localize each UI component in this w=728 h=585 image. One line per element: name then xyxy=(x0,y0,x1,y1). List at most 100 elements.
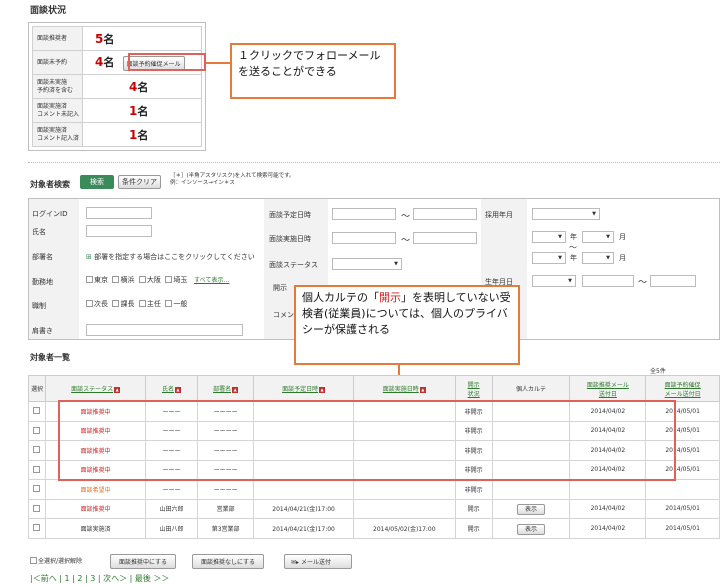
planned-date-from[interactable] xyxy=(332,208,396,220)
login-id-input[interactable] xyxy=(86,207,152,219)
checkbox[interactable] xyxy=(86,276,93,283)
cell-dept: 営業部 xyxy=(196,498,255,519)
position-label: 職制 xyxy=(32,302,46,310)
range-tilde: 〜 xyxy=(638,278,648,288)
stats-label: 面談実施済 コメント記入済 xyxy=(32,122,83,147)
result-count: 全5件 xyxy=(650,368,666,375)
year-label: 年 xyxy=(570,254,577,262)
row-checkbox[interactable] xyxy=(33,524,41,532)
hire-year-to[interactable] xyxy=(532,252,566,264)
col-status[interactable]: 面談ステータス ▲ xyxy=(45,375,146,402)
workplace-osaka: 大阪 xyxy=(146,276,161,284)
table-row: 面談推奨中 山田六郎 営業部 2014/04/21(金)17:00 開示 表示 2014/0… xyxy=(27,498,720,519)
stats-unit: 名 xyxy=(103,32,115,46)
checkbox[interactable] xyxy=(165,276,173,283)
cell-select xyxy=(27,440,47,461)
sort-icon: ▲ xyxy=(419,387,426,393)
checkbox[interactable] xyxy=(112,276,120,283)
checkbox[interactable] xyxy=(30,557,37,564)
col-done[interactable]: 面談実施日時 ▲ xyxy=(352,375,456,402)
col-reminder-mail[interactable]: 面談予約催促 メール送付日 xyxy=(645,375,720,402)
cell-recommend-mail: 2014/04/02 xyxy=(569,518,647,539)
range-tilde: 〜 xyxy=(401,212,411,222)
search-hint: ［＊］(半角アスタリスク)を入れて検索可能です。 例：インソース→イン＊ス xyxy=(170,173,295,187)
cell-name: ーーー xyxy=(144,479,198,500)
show-karte-button[interactable]: 表示 xyxy=(516,504,545,516)
col-select: 選択 xyxy=(27,375,47,402)
cell-dept: ーーーー xyxy=(196,479,255,500)
planned-date-to[interactable] xyxy=(413,208,477,220)
send-mail-button[interactable]: ✉▸ メール送付 xyxy=(284,554,352,569)
hire-select[interactable] xyxy=(532,208,600,220)
show-all-link[interactable]: すべて表示… xyxy=(194,277,229,284)
checkbox[interactable] xyxy=(138,276,146,283)
job-title-label: 肩書き xyxy=(32,327,53,335)
position-option: 主任 xyxy=(146,300,161,308)
done-date-from[interactable] xyxy=(332,232,396,244)
cell-select xyxy=(27,498,47,519)
done-date-to[interactable] xyxy=(413,232,477,244)
stats-row: 面談推奨者 5名 xyxy=(32,26,202,51)
birth-from-input[interactable] xyxy=(582,275,634,287)
col-name[interactable]: 氏名 ▲ xyxy=(144,375,198,402)
name-input[interactable] xyxy=(86,225,152,237)
set-no-recommend-button[interactable]: 面談推奨なしにする xyxy=(192,554,265,569)
show-karte-button[interactable]: 表示 xyxy=(516,523,545,535)
cell-name: 山田六郎 xyxy=(144,498,198,519)
callout-privacy-text: 個人カルテの「開示」を表明していない受検者(従業員)については、個人のプライバシ… xyxy=(302,291,511,336)
cell-planned: 2014/04/21(金)17:00 xyxy=(253,498,354,519)
birth-select[interactable] xyxy=(532,275,576,287)
callout-privacy: 個人カルテの「開示」を表明していない受検者(従業員)については、個人のプライバシ… xyxy=(294,285,520,365)
callout-connector xyxy=(206,62,230,64)
col-planned[interactable]: 面談予定日時 ▲ xyxy=(253,375,354,402)
workplace-yokohama: 横浜 xyxy=(120,276,135,284)
col-disclose[interactable]: 開示 状況 xyxy=(454,375,493,402)
cell-select xyxy=(27,479,47,500)
callout-followup-mail: １クリックでフォローメールを送ることができる xyxy=(230,43,396,99)
set-recommend-button[interactable]: 面談推奨中にする xyxy=(110,554,177,569)
select-all-toggle[interactable]: 全選択/選択解除 xyxy=(30,556,82,565)
search-button[interactable]: 検索 xyxy=(80,175,114,189)
list-title: 対象者一覧 xyxy=(30,353,70,362)
row-checkbox[interactable] xyxy=(33,446,41,454)
month-label: 月 xyxy=(619,254,626,262)
cell-planned: 2014/04/21(金)17:00 xyxy=(253,518,354,539)
workplace-tokyo: 東京 xyxy=(94,276,108,284)
stats-row: 面談未実施 予約済を含む 4名 xyxy=(32,74,202,99)
stats-label: 面談未予約 xyxy=(32,50,83,75)
cell-reminder-mail: 2014/05/01 xyxy=(645,498,720,519)
cell-select xyxy=(27,420,47,441)
cell-done xyxy=(352,479,456,500)
hire-month-to[interactable] xyxy=(582,252,614,264)
row-checkbox[interactable] xyxy=(33,426,41,434)
row-checkbox[interactable] xyxy=(33,504,41,512)
checkbox[interactable] xyxy=(112,300,120,307)
hire-month-from[interactable] xyxy=(582,231,614,243)
row-checkbox[interactable] xyxy=(33,485,41,493)
checkbox[interactable] xyxy=(165,300,173,307)
month-label: 月 xyxy=(619,233,626,241)
dept-picker-link[interactable]: ⊞ 部署を指定する場合はここをクリックしてください xyxy=(86,252,255,262)
stats-unit: 名 xyxy=(137,104,149,118)
hire-year-from[interactable] xyxy=(532,231,566,243)
pagination[interactable]: |＜前へ | 1 | 2 | 3 | 次へ＞ | 最後 ＞＞ xyxy=(30,573,169,584)
divider xyxy=(28,162,720,163)
row-checkbox[interactable] xyxy=(33,407,41,415)
range-tilde: 〜 xyxy=(401,236,411,246)
position-options: 次長 課長 主任 一般 xyxy=(86,299,187,309)
cell-reminder-mail xyxy=(645,479,720,500)
job-title-input[interactable] xyxy=(86,324,243,336)
checkbox[interactable] xyxy=(138,300,146,307)
cell-select xyxy=(27,459,47,480)
checkbox[interactable] xyxy=(86,300,93,307)
col-recommend-mail[interactable]: 面談推奨メール 送付日 xyxy=(569,375,647,402)
dept-label: 部署名 xyxy=(32,253,53,261)
search-hint-1: ［＊］(半角アスタリスク)を入れて検索可能です。 xyxy=(170,173,295,179)
clear-conditions-button[interactable]: 条件クリア xyxy=(118,175,161,189)
row-checkbox[interactable] xyxy=(33,465,41,473)
birth-to-input[interactable] xyxy=(650,275,696,287)
workplace-label: 勤務地 xyxy=(32,278,53,286)
workplace-saitama: 埼玉 xyxy=(173,276,188,284)
col-dept[interactable]: 部署名 ▲ xyxy=(196,375,255,402)
status-select[interactable] xyxy=(332,258,402,270)
